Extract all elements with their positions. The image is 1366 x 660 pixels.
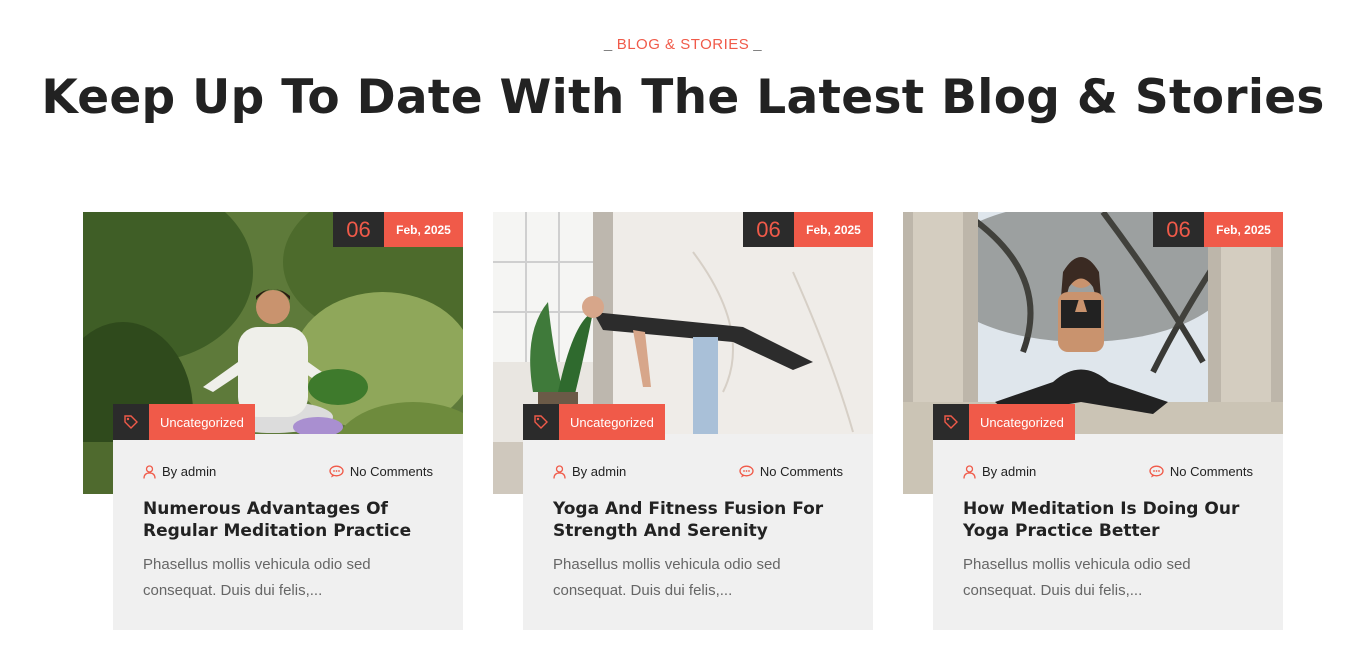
date-day: 06 bbox=[743, 212, 794, 247]
blog-card[interactable]: 06 Feb, 2025 Uncategorized By admin No C… bbox=[83, 212, 463, 632]
author-label: By admin bbox=[982, 464, 1037, 479]
user-icon bbox=[963, 464, 976, 479]
user-icon bbox=[553, 464, 566, 479]
tag-icon bbox=[933, 404, 969, 440]
post-meta: By admin No Comments bbox=[963, 464, 1253, 479]
category-badge[interactable]: Uncategorized bbox=[933, 404, 1075, 440]
comment-icon bbox=[1149, 465, 1164, 478]
section-title: Keep Up To Date With The Latest Blog & S… bbox=[41, 70, 1325, 125]
comment-icon bbox=[329, 465, 344, 478]
comments-label: No Comments bbox=[1169, 464, 1253, 479]
author-label: By admin bbox=[162, 464, 217, 479]
date-day: 06 bbox=[1153, 212, 1204, 247]
tag-dash-right: _ bbox=[753, 36, 763, 53]
post-meta: By admin No Comments bbox=[553, 464, 843, 479]
post-excerpt: Phasellus mollis vehicula odio sed conse… bbox=[553, 556, 781, 599]
section-tag: _ BLOG & STORIES _ bbox=[0, 36, 1366, 53]
blog-card[interactable]: 06 Feb, 2025 Uncategorized By admin No C… bbox=[903, 212, 1283, 632]
author-link[interactable]: By admin bbox=[143, 464, 216, 479]
date-month: Feb, 2025 bbox=[1204, 212, 1283, 247]
category-badge[interactable]: Uncategorized bbox=[113, 404, 255, 440]
comments-label: No Comments bbox=[759, 464, 843, 479]
comments-link[interactable]: No Comments bbox=[329, 464, 433, 479]
user-icon bbox=[143, 464, 156, 479]
comments-link[interactable]: No Comments bbox=[739, 464, 843, 479]
author-label: By admin bbox=[572, 464, 627, 479]
author-link[interactable]: By admin bbox=[553, 464, 626, 479]
comment-icon bbox=[739, 465, 754, 478]
post-title[interactable]: Yoga And Fitness Fusion For Strength And… bbox=[553, 498, 853, 542]
category-link[interactable]: Uncategorized bbox=[559, 404, 665, 440]
tag-icon bbox=[113, 404, 149, 440]
author-link[interactable]: By admin bbox=[963, 464, 1036, 479]
date-badge: 06 Feb, 2025 bbox=[333, 212, 463, 247]
post-meta: By admin No Comments bbox=[143, 464, 433, 479]
date-month: Feb, 2025 bbox=[384, 212, 463, 247]
card-body: Uncategorized By admin No Comments How M… bbox=[933, 404, 1283, 630]
comments-link[interactable]: No Comments bbox=[1149, 464, 1253, 479]
post-excerpt: Phasellus mollis vehicula odio sed conse… bbox=[963, 556, 1191, 599]
section-tag-label: BLOG & STORIES bbox=[616, 36, 750, 53]
tag-icon bbox=[523, 404, 559, 440]
date-badge: 06 Feb, 2025 bbox=[1153, 212, 1283, 247]
post-title[interactable]: How Meditation Is Doing Our Yoga Practic… bbox=[963, 498, 1263, 542]
date-badge: 06 Feb, 2025 bbox=[743, 212, 873, 247]
date-day: 06 bbox=[333, 212, 384, 247]
tag-dash-left: _ bbox=[603, 36, 613, 53]
post-excerpt: Phasellus mollis vehicula odio sed conse… bbox=[143, 556, 371, 599]
blog-card[interactable]: 06 Feb, 2025 Uncategorized By admin No C… bbox=[493, 212, 873, 632]
post-title[interactable]: Numerous Advantages Of Regular Meditatio… bbox=[143, 498, 443, 542]
category-link[interactable]: Uncategorized bbox=[149, 404, 255, 440]
card-body: Uncategorized By admin No Comments Yoga … bbox=[523, 404, 873, 630]
comments-label: No Comments bbox=[349, 464, 433, 479]
card-body: Uncategorized By admin No Comments Numer… bbox=[113, 404, 463, 630]
category-link[interactable]: Uncategorized bbox=[969, 404, 1075, 440]
category-badge[interactable]: Uncategorized bbox=[523, 404, 665, 440]
date-month: Feb, 2025 bbox=[794, 212, 873, 247]
